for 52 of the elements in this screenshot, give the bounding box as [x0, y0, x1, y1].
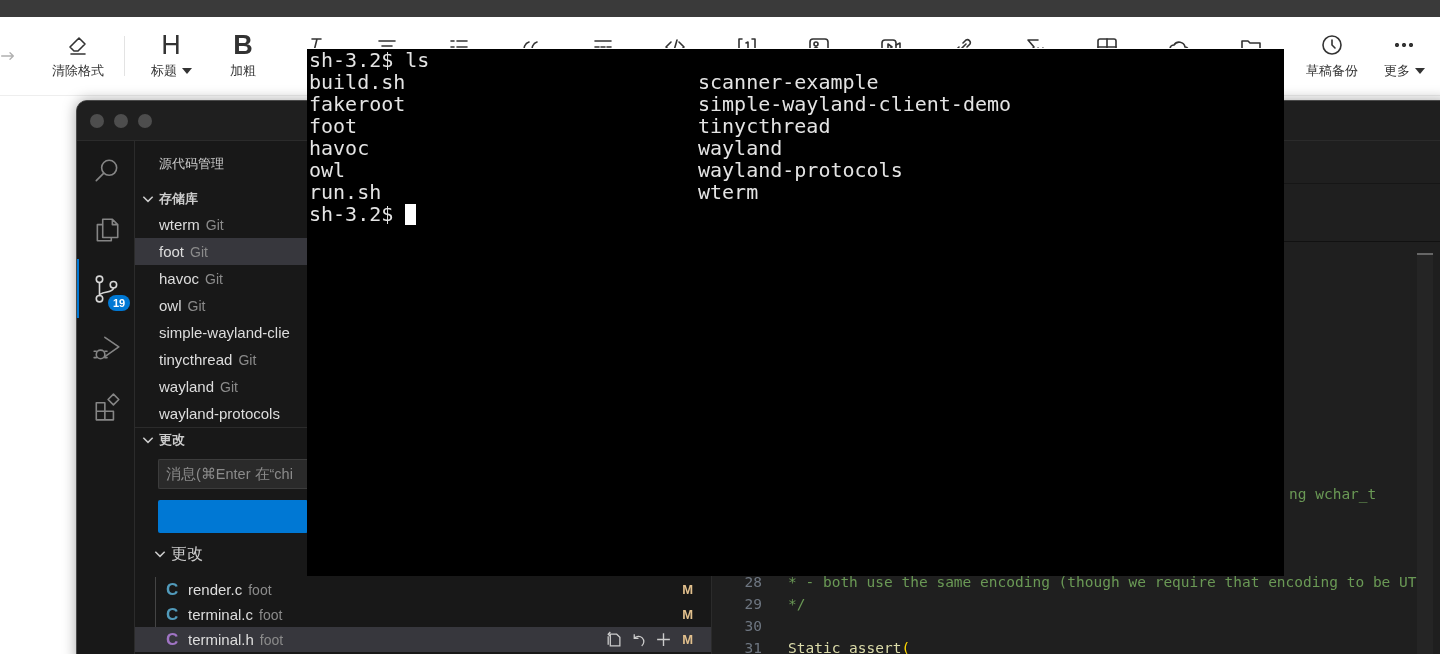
code-line: */ [788, 596, 806, 612]
repository-item[interactable]: simple-wayland-clie [135, 319, 308, 346]
backup-button[interactable]: 草稿备份 [1296, 32, 1368, 80]
more-icon [1395, 42, 1413, 47]
changed-file-item[interactable]: C terminal.h foot M [135, 627, 711, 652]
terminal-text: foot [309, 114, 359, 138]
changed-file-item[interactable]: C terminal.c foot M [135, 602, 711, 627]
changed-file-item[interactable]: C render.c foot M [135, 577, 711, 602]
count-badge: 19 [108, 295, 131, 311]
repository-item[interactable]: owl Git [135, 292, 308, 319]
repository-item[interactable]: wterm Git [135, 211, 308, 238]
repository-item[interactable]: wayland Git [135, 373, 308, 400]
terminal-text: run.sh [309, 180, 383, 204]
eraser-tool[interactable]: 清除格式 [42, 32, 114, 80]
table-icon [1095, 35, 1119, 48]
scrollbar[interactable] [1417, 253, 1433, 654]
bold-tool[interactable]: B 加粗 [207, 32, 279, 80]
panel-title: 源代码管理 [159, 155, 224, 173]
terminal-text: build.sh [309, 70, 407, 94]
repository-item[interactable]: wayland-protocols [135, 400, 308, 427]
terminal-text: wayland [698, 136, 783, 160]
section-header[interactable]: 更改 [135, 428, 308, 452]
code-line: * - both use the same encoding (though we require that encoding to be UT [788, 574, 1417, 590]
terminal-text: havoc [309, 136, 371, 160]
open-file-icon[interactable] [605, 631, 623, 648]
image-icon [807, 35, 831, 48]
terminal-text: tinycthread [698, 114, 831, 138]
text-cursor [405, 203, 417, 225]
section-header[interactable]: 存储库 [135, 187, 308, 211]
line-number: 28 [743, 574, 762, 590]
terminal-text: sh-3.2$ [309, 202, 394, 226]
terminal-text: owl [309, 158, 347, 182]
line-number: 31 [743, 640, 762, 654]
terminal-text: sh-3.2$ ls [309, 48, 431, 72]
group-header[interactable]: 更改 [135, 541, 308, 567]
terminal-text: wterm [698, 180, 759, 204]
footnote-icon [735, 35, 759, 48]
terminal-text: scanner-example [698, 70, 879, 94]
repository-item[interactable]: tinycthread Git [135, 346, 308, 373]
line-number: 29 [743, 596, 762, 612]
terminal-text: simple-wayland-client-demo [698, 92, 1012, 116]
commit-message-field[interactable]: 消息(⌘Enter 在“chi [158, 459, 308, 489]
line-number: 30 [743, 618, 762, 634]
repository-item[interactable]: havoc Git [135, 265, 308, 292]
terminal-text: wayland-protocols [698, 158, 903, 182]
clock-icon [1320, 32, 1344, 57]
code-line: ng wchar_t [1289, 486, 1377, 502]
heading-tool[interactable]: H 标题 [135, 32, 207, 80]
more-button[interactable]: 更多 [1368, 32, 1440, 80]
stage-icon[interactable] [655, 631, 673, 648]
repository-item[interactable]: foot Git [135, 238, 308, 265]
terminal-text: fakeroot [309, 92, 407, 116]
